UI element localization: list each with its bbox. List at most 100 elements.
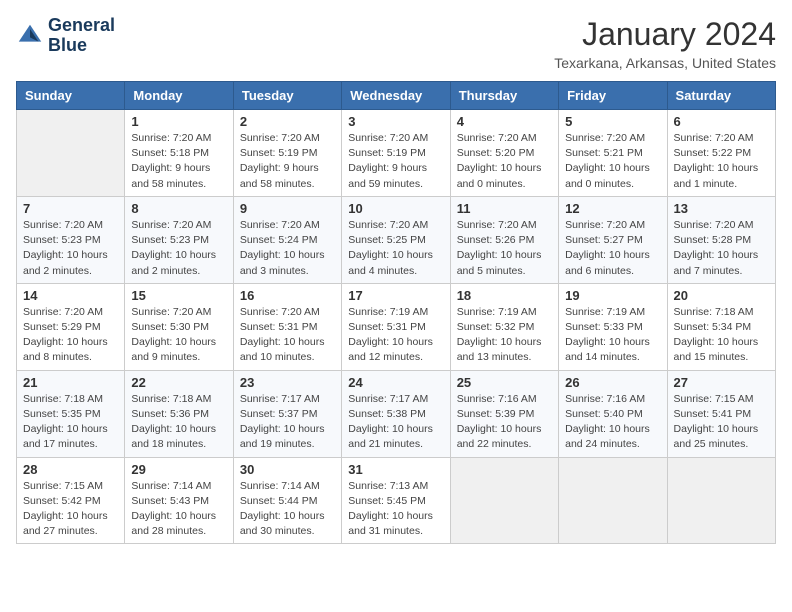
day-number: 4 [457,114,552,129]
calendar-cell: 25Sunrise: 7:16 AM Sunset: 5:39 PM Dayli… [450,370,558,457]
calendar-cell [667,457,775,544]
calendar-cell: 10Sunrise: 7:20 AM Sunset: 5:25 PM Dayli… [342,196,450,283]
day-info: Sunrise: 7:16 AM Sunset: 5:39 PM Dayligh… [457,392,552,453]
day-number: 15 [131,288,226,303]
calendar-cell: 8Sunrise: 7:20 AM Sunset: 5:23 PM Daylig… [125,196,233,283]
title-block: January 2024 Texarkana, Arkansas, United… [554,16,776,71]
calendar-week-row: 7 Sunrise: 7:20 AM Sunset: 5:23 PM Daylig… [17,196,776,283]
calendar-cell: 11 Sunrise: 7:20 AM Sunset: 5:26 PM Dayli… [450,196,558,283]
calendar-cell: 2 Sunrise: 7:20 AM Sunset: 5:19 PM Daylig… [233,110,341,197]
calendar-cell: 4 Sunrise: 7:20 AM Sunset: 5:20 PM Daylig… [450,110,558,197]
day-info: Sunrise: 7:20 AM Sunset: 5:25 PM Dayligh… [348,218,443,279]
day-info: Sunrise: 7:14 AM Sunset: 5:44 PM Dayligh… [240,479,335,540]
day-info: Sunrise: 7:15 AM Sunset: 5:42 PM Dayligh… [23,479,118,540]
day-info: Sunrise: 7:20 AM Sunset: 5:30 PM Dayligh… [131,305,226,366]
day-number: 13 [674,201,769,216]
day-info: Sunrise: 7:20 AM Sunset: 5:23 PM Dayligh… [23,218,118,279]
day-info: Sunrise: 7:18 AM Sunset: 5:34 PM Dayligh… [674,305,769,366]
day-info: Sunrise: 7:20 AM Sunset: 5:19 PM Dayligh… [240,131,335,192]
day-number: 5 [565,114,660,129]
calendar-cell: 28 Sunrise: 7:15 AM Sunset: 5:42 PM Dayli… [17,457,125,544]
logo-icon [16,22,44,50]
day-info: Sunrise: 7:19 AM Sunset: 5:32 PM Dayligh… [457,305,552,366]
calendar-cell: 17Sunrise: 7:19 AM Sunset: 5:31 PM Dayli… [342,283,450,370]
calendar-cell [17,110,125,197]
calendar-cell: 26Sunrise: 7:16 AM Sunset: 5:40 PM Dayli… [559,370,667,457]
calendar-cell: 22Sunrise: 7:18 AM Sunset: 5:36 PM Dayli… [125,370,233,457]
day-info: Sunrise: 7:20 AM Sunset: 5:28 PM Dayligh… [674,218,769,279]
day-info: Sunrise: 7:17 AM Sunset: 5:37 PM Dayligh… [240,392,335,453]
calendar-header-row: SundayMondayTuesdayWednesdayThursdayFrid… [17,82,776,110]
calendar-cell: 20 Sunrise: 7:18 AM Sunset: 5:34 PM Dayli… [667,283,775,370]
day-number: 31 [348,462,443,477]
page-header: General Blue January 2024 Texarkana, Ark… [16,16,776,71]
day-info: Sunrise: 7:20 AM Sunset: 5:31 PM Dayligh… [240,305,335,366]
day-number: 2 [240,114,335,129]
calendar-week-row: 14 Sunrise: 7:20 AM Sunset: 5:29 PM Dayli… [17,283,776,370]
calendar-cell: 29 Sunrise: 7:14 AM Sunset: 5:43 PM Dayli… [125,457,233,544]
day-info: Sunrise: 7:20 AM Sunset: 5:21 PM Dayligh… [565,131,660,192]
day-number: 27 [674,375,769,390]
calendar-cell: 3 Sunrise: 7:20 AM Sunset: 5:19 PM Daylig… [342,110,450,197]
day-number: 19 [565,288,660,303]
day-number: 7 [23,201,118,216]
calendar-cell: 13 Sunrise: 7:20 AM Sunset: 5:28 PM Dayli… [667,196,775,283]
day-info: Sunrise: 7:18 AM Sunset: 5:35 PM Dayligh… [23,392,118,453]
day-number: 29 [131,462,226,477]
calendar-cell: 5 Sunrise: 7:20 AM Sunset: 5:21 PM Daylig… [559,110,667,197]
logo: General Blue [16,16,115,56]
day-number: 18 [457,288,552,303]
calendar-cell: 7 Sunrise: 7:20 AM Sunset: 5:23 PM Daylig… [17,196,125,283]
day-info: Sunrise: 7:20 AM Sunset: 5:29 PM Dayligh… [23,305,118,366]
day-number: 1 [131,114,226,129]
calendar-week-row: 28 Sunrise: 7:15 AM Sunset: 5:42 PM Dayli… [17,457,776,544]
column-header-thursday: Thursday [450,82,558,110]
logo-text: General Blue [48,16,115,56]
column-header-friday: Friday [559,82,667,110]
day-info: Sunrise: 7:20 AM Sunset: 5:18 PM Dayligh… [131,131,226,192]
calendar-cell: 12 Sunrise: 7:20 AM Sunset: 5:27 PM Dayli… [559,196,667,283]
column-header-wednesday: Wednesday [342,82,450,110]
day-info: Sunrise: 7:20 AM Sunset: 5:23 PM Dayligh… [131,218,226,279]
day-number: 22 [131,375,226,390]
day-info: Sunrise: 7:20 AM Sunset: 5:24 PM Dayligh… [240,218,335,279]
day-number: 20 [674,288,769,303]
day-number: 9 [240,201,335,216]
day-info: Sunrise: 7:15 AM Sunset: 5:41 PM Dayligh… [674,392,769,453]
column-header-tuesday: Tuesday [233,82,341,110]
day-number: 21 [23,375,118,390]
day-info: Sunrise: 7:16 AM Sunset: 5:40 PM Dayligh… [565,392,660,453]
calendar-cell: 18 Sunrise: 7:19 AM Sunset: 5:32 PM Dayli… [450,283,558,370]
day-number: 3 [348,114,443,129]
day-number: 30 [240,462,335,477]
month-title: January 2024 [554,16,776,53]
day-info: Sunrise: 7:20 AM Sunset: 5:20 PM Dayligh… [457,131,552,192]
day-number: 28 [23,462,118,477]
day-number: 24 [348,375,443,390]
day-number: 6 [674,114,769,129]
day-number: 12 [565,201,660,216]
calendar-cell: 24Sunrise: 7:17 AM Sunset: 5:38 PM Dayli… [342,370,450,457]
calendar-week-row: 1 Sunrise: 7:20 AM Sunset: 5:18 PM Daylig… [17,110,776,197]
day-info: Sunrise: 7:20 AM Sunset: 5:26 PM Dayligh… [457,218,552,279]
day-number: 11 [457,201,552,216]
location: Texarkana, Arkansas, United States [554,55,776,71]
calendar-cell: 16Sunrise: 7:20 AM Sunset: 5:31 PM Dayli… [233,283,341,370]
column-header-saturday: Saturday [667,82,775,110]
day-info: Sunrise: 7:13 AM Sunset: 5:45 PM Dayligh… [348,479,443,540]
day-number: 23 [240,375,335,390]
day-info: Sunrise: 7:20 AM Sunset: 5:19 PM Dayligh… [348,131,443,192]
day-number: 17 [348,288,443,303]
calendar-cell [559,457,667,544]
day-info: Sunrise: 7:20 AM Sunset: 5:22 PM Dayligh… [674,131,769,192]
calendar-cell: 15 Sunrise: 7:20 AM Sunset: 5:30 PM Dayli… [125,283,233,370]
day-info: Sunrise: 7:14 AM Sunset: 5:43 PM Dayligh… [131,479,226,540]
calendar-cell [450,457,558,544]
calendar-cell: 19Sunrise: 7:19 AM Sunset: 5:33 PM Dayli… [559,283,667,370]
calendar-cell: 6 Sunrise: 7:20 AM Sunset: 5:22 PM Daylig… [667,110,775,197]
calendar-cell: 23 Sunrise: 7:17 AM Sunset: 5:37 PM Dayli… [233,370,341,457]
day-number: 14 [23,288,118,303]
day-info: Sunrise: 7:20 AM Sunset: 5:27 PM Dayligh… [565,218,660,279]
calendar-week-row: 21 Sunrise: 7:18 AM Sunset: 5:35 PM Dayli… [17,370,776,457]
calendar-cell: 31 Sunrise: 7:13 AM Sunset: 5:45 PM Dayli… [342,457,450,544]
